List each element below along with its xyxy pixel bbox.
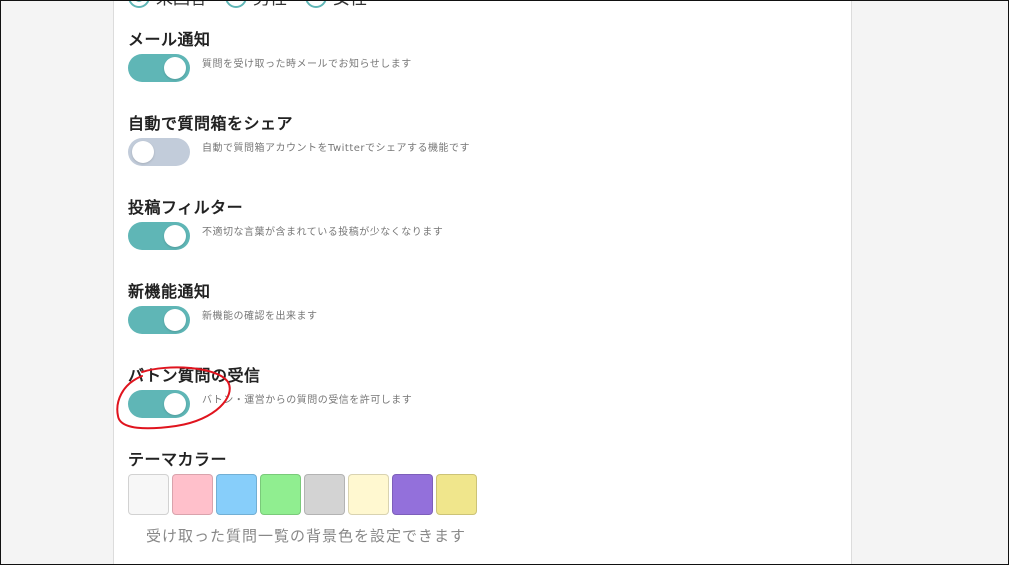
setting-title: 新機能通知 bbox=[128, 282, 211, 301]
mail-notify-toggle[interactable] bbox=[128, 54, 190, 82]
toggle-knob bbox=[164, 57, 186, 79]
gender-option-unanswered[interactable]: 未回答 bbox=[128, 0, 207, 9]
toggle-knob bbox=[164, 225, 186, 247]
settings-panel: 未回答 男性 女性 メール通知 質問を受け取った時メールでお知らせします 自動で… bbox=[113, 0, 852, 565]
gender-option-male[interactable]: 男性 bbox=[225, 0, 287, 9]
theme-color-swatch[interactable] bbox=[172, 474, 213, 515]
setting-title: 投稿フィルター bbox=[128, 198, 244, 217]
radio-label: 男性 bbox=[253, 0, 287, 9]
setting-auto-share: 自動で質問箱をシェア 自動で質問箱アカウントをTwitterでシェアする機能です bbox=[128, 112, 470, 166]
setting-baton: バトン質問の受信 バトン・運営からの質問の受信を許可します bbox=[128, 364, 412, 418]
radio-button[interactable] bbox=[225, 0, 247, 8]
setting-description: 不適切な言葉が含まれている投稿が少なくなります bbox=[202, 227, 444, 238]
theme-color-swatch[interactable] bbox=[436, 474, 477, 515]
theme-color-swatch[interactable] bbox=[128, 474, 169, 515]
gender-option-female[interactable]: 女性 bbox=[305, 0, 367, 9]
setting-new-feature: 新機能通知 新機能の確認を出来ます bbox=[128, 280, 318, 334]
toggle-knob bbox=[132, 141, 154, 163]
theme-color-swatch[interactable] bbox=[348, 474, 389, 515]
setting-mail-notify: メール通知 質問を受け取った時メールでお知らせします bbox=[128, 28, 412, 82]
setting-title: 自動で質問箱をシェア bbox=[128, 114, 294, 133]
new-feature-toggle[interactable] bbox=[128, 306, 190, 334]
baton-toggle[interactable] bbox=[128, 390, 190, 418]
setting-title: メール通知 bbox=[128, 30, 211, 49]
setting-description: バトン・運営からの質問の受信を許可します bbox=[202, 395, 413, 406]
setting-description: 新機能の確認を出来ます bbox=[202, 311, 318, 322]
setting-post-filter: 投稿フィルター 不適切な言葉が含まれている投稿が少なくなります bbox=[128, 196, 443, 250]
auto-share-toggle[interactable] bbox=[128, 138, 190, 166]
theme-color-swatch[interactable] bbox=[260, 474, 301, 515]
toggle-knob bbox=[164, 309, 186, 331]
theme-color-swatches bbox=[128, 474, 477, 515]
theme-color-swatch[interactable] bbox=[392, 474, 433, 515]
gender-radio-group: 未回答 男性 女性 bbox=[128, 0, 367, 9]
theme-color-swatch[interactable] bbox=[304, 474, 345, 515]
theme-description: 受け取った質問一覧の背景色を設定できます bbox=[146, 527, 467, 545]
radio-button[interactable] bbox=[128, 0, 150, 8]
toggle-knob bbox=[164, 393, 186, 415]
radio-label: 未回答 bbox=[156, 0, 207, 9]
theme-color-swatch[interactable] bbox=[216, 474, 257, 515]
setting-title: テーマカラー bbox=[128, 450, 228, 469]
setting-theme-color: テーマカラー 受け取った質問一覧の背景色を設定できます bbox=[128, 448, 477, 546]
post-filter-toggle[interactable] bbox=[128, 222, 190, 250]
setting-description: 質問を受け取った時メールでお知らせします bbox=[202, 59, 412, 70]
radio-label: 女性 bbox=[333, 0, 367, 9]
setting-description: 自動で質問箱アカウントをTwitterでシェアする機能です bbox=[202, 143, 471, 154]
setting-title: バトン質問の受信 bbox=[128, 366, 261, 385]
radio-button[interactable] bbox=[305, 0, 327, 8]
